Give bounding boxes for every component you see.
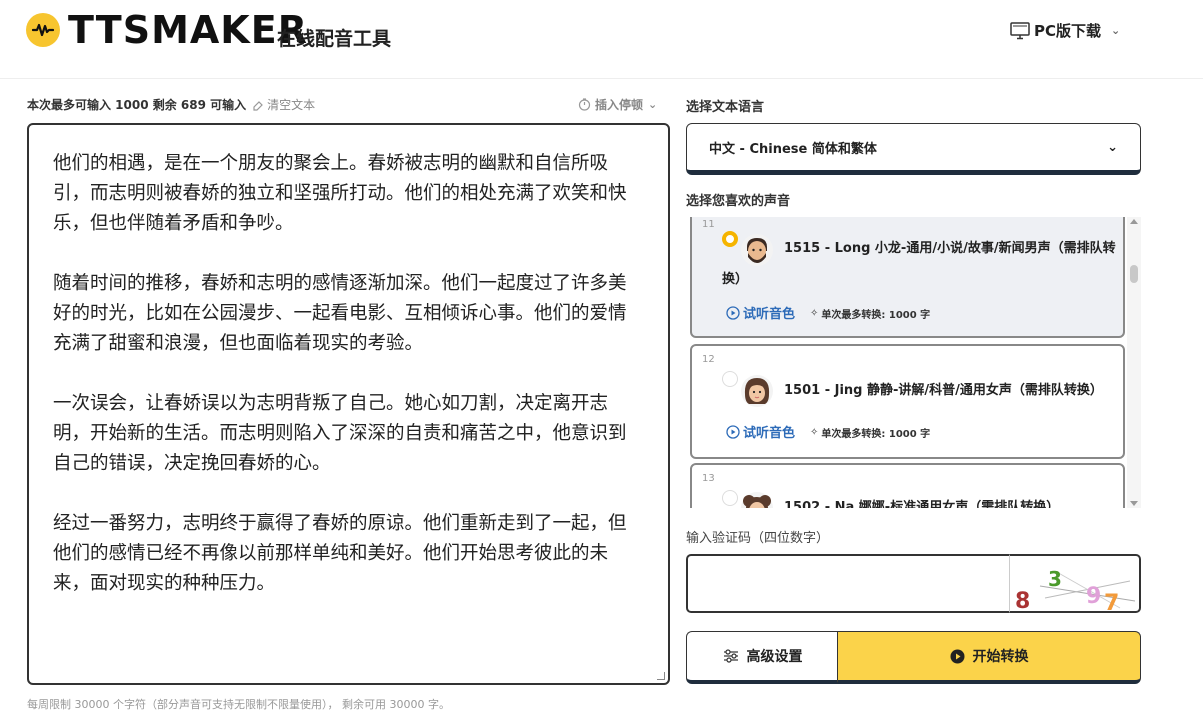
voice-radio[interactable] xyxy=(722,490,738,506)
voice-card-1515[interactable]: 11 1515 - Long 小龙-通用/小说/故事/新闻男声（需排队转 换） … xyxy=(690,217,1125,338)
voice-card-1502[interactable]: 13 1502 - Na 娜娜-标准通用女声（需排队转换） xyxy=(690,463,1125,508)
max-convert-text: 单次最多转换: 1000 字 xyxy=(821,310,931,321)
voice-card-1501[interactable]: 12 1501 - Jing 静静-讲解/科普/通用女声（需排队转换） 试听音色… xyxy=(690,344,1125,459)
logo-text[interactable]: TTSMAKER xyxy=(68,8,308,52)
clear-text-label: 清空文本 xyxy=(267,98,316,112)
captcha-label: 输入验证码（四位数字） xyxy=(686,531,830,546)
text-paragraph: 他们的相遇，是在一个朋友的聚会上。春娇被志明的幽默和自信所吸引，而志明则被春娇的… xyxy=(53,153,627,234)
voice-index: 11 xyxy=(702,219,715,230)
pc-download-label: PC版下载 xyxy=(1034,22,1102,40)
captcha-digit: 7 xyxy=(1104,591,1119,613)
play-circle-icon xyxy=(950,649,964,663)
timer-icon xyxy=(578,98,591,111)
chevron-down-icon: ⌄ xyxy=(1107,139,1118,155)
listen-label: 试听音色 xyxy=(743,426,796,441)
captcha-digit: 3 xyxy=(1048,567,1062,591)
advanced-settings-label: 高级设置 xyxy=(746,649,803,665)
female-avatar-icon xyxy=(741,492,773,508)
voice-index: 12 xyxy=(702,354,715,365)
language-selected-value: 中文 - Chinese 简体和繁体 xyxy=(709,141,877,157)
max-convert-text: 单次最多转换: 1000 字 xyxy=(821,429,931,440)
chevron-down-icon: ⌄ xyxy=(648,98,658,111)
eraser-icon xyxy=(253,100,264,111)
voice-radio[interactable] xyxy=(722,231,738,247)
max-convert-info: ✧ 单次最多转换: 1000 字 xyxy=(810,306,930,321)
sparkle-icon: ✧ xyxy=(810,427,819,438)
insert-pause-button[interactable]: 插入停顿 ⌄ xyxy=(578,96,657,113)
insert-pause-label: 插入停顿 xyxy=(595,98,644,112)
sliders-icon xyxy=(723,649,738,663)
voice-name-cont: 换） xyxy=(722,272,749,287)
start-convert-button[interactable]: 开始转换 xyxy=(837,631,1141,684)
clear-text-button[interactable]: 清空文本 xyxy=(252,96,315,113)
voice-list-scrollbar[interactable] xyxy=(1127,217,1141,508)
resize-handle[interactable] xyxy=(657,672,665,680)
male-avatar-icon xyxy=(741,234,773,266)
text-paragraph: 一次误会，让春娇误以为志明背叛了自己。她心如刀割，决定离开志明，开始新的生活。而… xyxy=(53,393,627,474)
text-input-area[interactable]: 他们的相遇，是在一个朋友的聚会上。春娇被志明的幽默和自信所吸引，而志明则被春娇的… xyxy=(27,123,670,685)
captcha-input[interactable] xyxy=(686,554,1010,613)
listen-label: 试听音色 xyxy=(743,307,796,322)
female-avatar-icon xyxy=(741,375,773,407)
pc-download-menu[interactable]: PC版下载 ⌄ xyxy=(1010,20,1120,41)
scroll-up-arrow[interactable] xyxy=(1130,219,1138,224)
char-limit-info: 本次最多可输入 1000 剩余 689 可输入 清空文本 xyxy=(27,96,315,113)
monitor-icon xyxy=(1010,21,1030,39)
listen-button[interactable]: 试听音色 xyxy=(726,422,795,441)
captcha-digit: 9 xyxy=(1086,584,1101,609)
voice-label: 选择您喜欢的声音 xyxy=(686,194,791,209)
logo-subtitle: 在线配音工具 xyxy=(277,28,392,50)
play-circle-icon xyxy=(726,305,740,320)
text-paragraph: 经过一番努力，志明终于赢得了春娇的原谅。他们重新走到了一起，但他们的感情已经不再… xyxy=(53,513,627,594)
header: TTSMAKER 在线配音工具 PC版下载 ⌄ xyxy=(0,0,1203,79)
play-circle-icon xyxy=(726,424,740,439)
scroll-down-arrow[interactable] xyxy=(1130,501,1138,506)
voice-name: 1501 - Jing 静静-讲解/科普/通用女声（需排队转换） xyxy=(784,383,1103,398)
scroll-thumb[interactable] xyxy=(1130,265,1138,283)
sparkle-icon: ✧ xyxy=(810,308,819,319)
weekly-limit-note: 每周限制 30000 个字符（部分声音可支持无限制不限量使用）， 剩余可用 30… xyxy=(27,698,450,711)
voice-name: 1502 - Na 娜娜-标准通用女声（需排队转换） xyxy=(784,500,1060,508)
char-limit-text: 本次最多可输入 1000 剩余 689 可输入 xyxy=(27,98,247,112)
logo-waveform-icon[interactable] xyxy=(26,13,60,47)
voice-name: 1515 - Long 小龙-通用/小说/故事/新闻男声（需排队转 xyxy=(784,241,1116,256)
text-paragraph: 随着时间的推移，春娇和志明的感情逐渐加深。他们一起度过了许多美好的时光，比如在公… xyxy=(53,273,627,354)
captcha-image[interactable]: 8 3 9 7 xyxy=(1010,554,1141,613)
captcha-digit: 8 xyxy=(1015,589,1030,613)
start-convert-label: 开始转换 xyxy=(972,649,1029,665)
chevron-down-icon: ⌄ xyxy=(1111,24,1121,37)
voice-index: 13 xyxy=(702,473,715,484)
max-convert-info: ✧ 单次最多转换: 1000 字 xyxy=(810,425,930,440)
voice-list[interactable]: 11 1515 - Long 小龙-通用/小说/故事/新闻男声（需排队转 换） … xyxy=(686,217,1141,508)
language-label: 选择文本语言 xyxy=(686,100,765,115)
advanced-settings-button[interactable]: 高级设置 xyxy=(686,631,838,684)
language-select[interactable]: 中文 - Chinese 简体和繁体 ⌄ xyxy=(686,123,1141,175)
listen-button[interactable]: 试听音色 xyxy=(726,303,795,322)
voice-radio[interactable] xyxy=(722,371,738,387)
